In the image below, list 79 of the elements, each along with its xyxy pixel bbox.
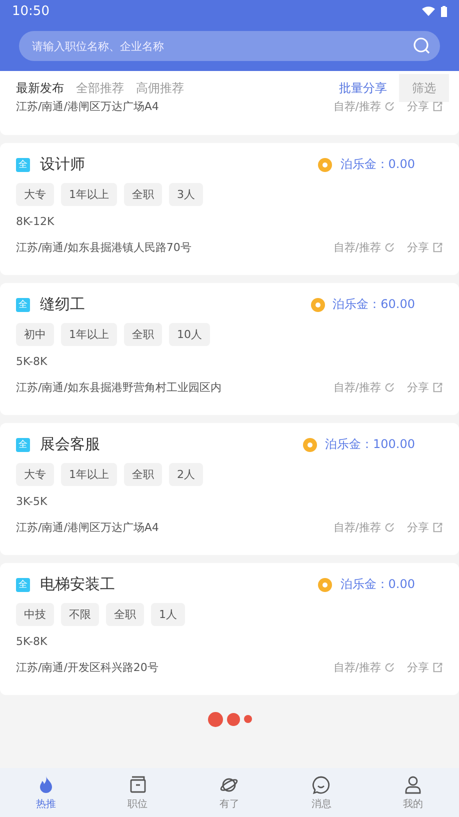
job-title: 设计师 [40, 155, 86, 174]
job-tag: 全职 [124, 323, 162, 346]
job-tag: 不限 [61, 603, 99, 626]
status-time: 10:50 [12, 4, 50, 18]
job-tag: 大专 [16, 183, 54, 206]
job-card[interactable]: 全 缝纫工 泊乐金：60.00 初中 1年以上 全职 10人 5K-8K 江苏/南通/如东县掘港野营角村工业园区内 自荐/推荐 分享 [0, 283, 459, 415]
coin-icon [310, 298, 325, 312]
wifi-icon [422, 6, 435, 16]
share-button[interactable]: 分享 [407, 380, 443, 395]
full-time-badge: 全 [16, 298, 30, 312]
coin-icon [318, 578, 332, 592]
share-button[interactable]: 分享 [407, 240, 443, 255]
search-icon [413, 37, 430, 54]
job-tag: 3人 [169, 183, 203, 206]
job-tag: 1年以上 [61, 183, 117, 206]
bonus-amount: 泊乐金：100.00 [325, 436, 415, 453]
tab[interactable]: 最新发布 [16, 80, 64, 96]
full-time-badge: 全 [16, 438, 30, 452]
job-tag: 中技 [16, 603, 54, 626]
share-button[interactable]: 分享 [407, 660, 443, 675]
job-address: 江苏/南通/港闸区万达广场A4 [16, 520, 160, 535]
share-icon [432, 101, 443, 112]
job-tag: 全职 [106, 603, 144, 626]
tab[interactable]: 全部推荐 [76, 80, 124, 96]
job-card[interactable]: 全 展会客服 泊乐金：100.00 大专 1年以上 全职 2人 3K-5K 江苏/南通/港闸区万达广场A4 自荐/推荐 分享 [0, 423, 459, 555]
job-card[interactable]: 全 电梯安装工 泊乐金：0.00 中技 不限 全职 1人 5K-8K 江苏/南通/开发区科兴路20号 自荐/推荐 分享 [0, 563, 459, 695]
job-title: 缝纫工 [40, 295, 86, 314]
salary: 8K-12K [16, 215, 56, 228]
job-title: 展会客服 [40, 435, 101, 454]
job-tag: 1人 [151, 603, 185, 626]
salary: 5K-8K [16, 355, 48, 368]
batch-share-link[interactable]: 批量分享 [339, 80, 387, 96]
share-icon [432, 382, 443, 393]
job-tag: 大专 [16, 463, 54, 486]
share-icon [432, 522, 443, 533]
recommend-button[interactable]: 自荐/推荐 [333, 380, 395, 395]
bonus-amount: 泊乐金：0.00 [340, 576, 415, 593]
nav-tab[interactable]: 热推 [0, 768, 92, 817]
job-tag: 10人 [169, 323, 210, 346]
bonus-amount: 泊乐金：60.00 [332, 296, 415, 313]
recommend-button[interactable]: 自荐/推荐 [333, 520, 395, 535]
share-button[interactable]: 分享 [407, 520, 443, 535]
nav-tab[interactable]: 有了 [184, 768, 276, 817]
job-tag: 全职 [124, 183, 162, 206]
loading-indicator [208, 712, 252, 726]
salary: 3K-5K [16, 495, 48, 508]
job-tag: 2人 [169, 463, 203, 486]
tab[interactable]: 高佣推荐 [136, 80, 184, 96]
job-tag: 1年以上 [61, 463, 117, 486]
nav-tab[interactable]: 我的 [367, 768, 459, 817]
chat-icon [311, 774, 332, 794]
full-time-badge: 全 [16, 158, 30, 172]
user-icon [403, 774, 424, 794]
briefcase-icon [128, 774, 148, 794]
bonus-amount: 泊乐金：0.00 [340, 156, 415, 173]
nav-tab[interactable]: 职位 [92, 768, 184, 817]
job-card[interactable]: 全 设计师 泊乐金：0.00 大专 1年以上 全职 3人 8K-12K 江苏/南通/如东县掘港镇人民路70号 自荐/推荐 分享 [0, 143, 459, 275]
job-address: 江苏/南通/港闸区万达广场A4 [16, 99, 160, 114]
job-address: 江苏/南通/如东县掘港镇人民路70号 [16, 240, 192, 255]
coin-icon [318, 158, 332, 172]
recommend-button[interactable]: 自荐/推荐 [333, 660, 395, 675]
job-tag: 1年以上 [61, 323, 117, 346]
share-icon [432, 662, 443, 673]
job-address: 江苏/南通/如东县掘港野营角村工业园区内 [16, 380, 222, 395]
full-time-badge: 全 [16, 578, 30, 592]
job-tag: 初中 [16, 323, 54, 346]
search-field[interactable]: 请输入职位名称、企业名称 [19, 31, 440, 61]
salary: 5K-8K [16, 635, 48, 648]
share-button[interactable]: 分享 [407, 99, 443, 114]
recommend-button[interactable]: 自荐/推荐 [333, 99, 395, 114]
recommend-button[interactable]: 自荐/推荐 [333, 240, 395, 255]
share-icon [432, 242, 443, 253]
job-tag: 全职 [124, 463, 162, 486]
nav-tab[interactable]: 消息 [275, 768, 368, 817]
filter-button[interactable]: 筛选 [399, 74, 449, 102]
job-address: 江苏/南通/开发区科兴路20号 [16, 660, 160, 675]
battery-icon [441, 6, 447, 16]
job-title: 电梯安装工 [40, 575, 116, 594]
coin-icon [303, 438, 317, 452]
